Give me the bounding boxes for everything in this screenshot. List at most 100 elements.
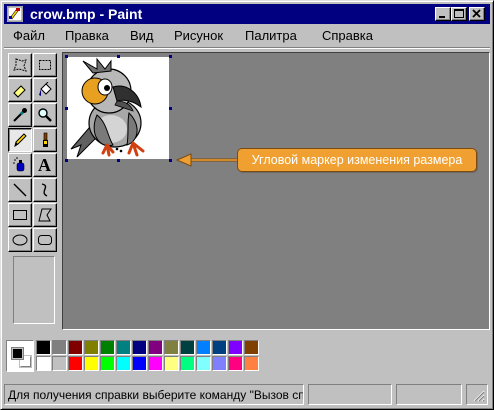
palette-swatch[interactable] — [196, 356, 211, 371]
resize-handle-top-right — [169, 55, 172, 58]
palette-swatch[interactable] — [164, 340, 179, 355]
palette-swatch[interactable] — [68, 340, 83, 355]
line-icon — [13, 183, 27, 197]
pencil-icon — [14, 133, 27, 148]
tool-airbrush[interactable] — [8, 153, 32, 177]
menu-edit[interactable]: Правка — [65, 29, 109, 43]
resize-handle-bottom-left — [65, 159, 68, 162]
toolbox: A — [7, 53, 59, 329]
close-button[interactable] — [469, 7, 485, 21]
drawing-area[interactable]: Угловой маркер изменения размера — [62, 52, 490, 330]
resize-handle-callout: Угловой маркер изменения размера — [237, 148, 477, 172]
resize-handle-bottom-right[interactable] — [169, 159, 172, 162]
rectangle-select-icon — [39, 60, 51, 70]
crow-drawing — [70, 57, 145, 158]
color-box — [4, 334, 490, 378]
tool-brush[interactable] — [33, 128, 57, 152]
palette-swatch[interactable] — [148, 340, 163, 355]
palette-swatch[interactable] — [164, 356, 179, 371]
palette-swatch[interactable] — [84, 340, 99, 355]
tool-options-box[interactable] — [13, 256, 55, 324]
minimize-icon — [439, 16, 445, 18]
status-bar: Для получения справки выберите команду "… — [4, 384, 490, 406]
palette-swatch[interactable] — [180, 356, 195, 371]
resize-handle-top — [117, 55, 120, 58]
palette-swatch[interactable] — [36, 356, 51, 371]
close-icon — [472, 9, 481, 18]
ellipse-icon — [12, 234, 28, 246]
menu-file[interactable]: Файл — [13, 29, 45, 43]
menu-help[interactable]: Справка — [322, 29, 373, 43]
palette-swatch[interactable] — [36, 340, 51, 355]
palette-swatch[interactable] — [228, 340, 243, 355]
paint-window: crow.bmp - Paint Файл Правка Вид Рисунок… — [0, 0, 494, 410]
tool-curve[interactable] — [33, 178, 57, 202]
palette-swatch[interactable] — [68, 356, 83, 371]
tool-rectangle[interactable] — [8, 203, 32, 227]
brush-icon — [43, 132, 48, 147]
palette-swatch[interactable] — [244, 340, 259, 355]
menu-colors[interactable]: Палитра — [245, 29, 297, 43]
tool-free-form-select[interactable] — [8, 53, 32, 77]
palette-swatch[interactable] — [52, 340, 67, 355]
palette-swatch[interactable] — [132, 356, 147, 371]
palette-swatch[interactable] — [148, 356, 163, 371]
maximize-icon — [454, 9, 464, 18]
resize-handle-bottom[interactable] — [117, 159, 120, 162]
magnifier-icon — [38, 108, 52, 122]
status-size-cell — [396, 384, 462, 405]
tool-pick-color[interactable] — [8, 103, 32, 127]
tool-pencil[interactable] — [8, 128, 32, 152]
maximize-button[interactable] — [451, 7, 467, 21]
palette-swatch[interactable] — [212, 340, 227, 355]
status-grip-cell — [466, 384, 488, 405]
palette-swatch[interactable] — [196, 340, 211, 355]
curve-icon — [41, 183, 48, 197]
status-coordinates-cell — [308, 384, 392, 405]
menu-view[interactable]: Вид — [130, 29, 154, 43]
tool-eraser[interactable] — [8, 78, 32, 102]
palette-swatch[interactable] — [84, 356, 99, 371]
tool-text[interactable]: A — [33, 153, 57, 177]
status-text: Для получения справки выберите команду "… — [8, 388, 304, 402]
tool-rectangle-select[interactable] — [33, 53, 57, 77]
color-picker-icon — [13, 108, 27, 122]
free-form-select-icon — [13, 58, 27, 72]
menu-image[interactable]: Рисунок — [174, 29, 223, 43]
palette-swatch[interactable] — [132, 340, 147, 355]
foreground-color — [12, 348, 23, 359]
resize-handle-right[interactable] — [169, 107, 172, 110]
fill-bucket-icon — [39, 82, 52, 96]
palette-swatch[interactable] — [52, 356, 67, 371]
title-bar[interactable]: crow.bmp - Paint — [4, 4, 490, 24]
menu-bar: Файл Правка Вид Рисунок Палитра Справка — [4, 26, 490, 46]
eraser-icon — [13, 85, 26, 98]
airbrush-icon — [13, 157, 25, 172]
text-icon: A — [38, 155, 51, 175]
resize-handle-left — [65, 107, 68, 110]
menu-separator — [4, 47, 490, 49]
minimize-button[interactable] — [435, 7, 451, 21]
rectangle-icon — [13, 210, 27, 220]
palette-swatch[interactable] — [116, 340, 131, 355]
rounded-rectangle-icon — [38, 235, 52, 245]
palette-swatch[interactable] — [100, 340, 115, 355]
palette-swatch[interactable] — [100, 356, 115, 371]
tool-polygon[interactable] — [33, 203, 57, 227]
tool-magnifier[interactable] — [33, 103, 57, 127]
palette-swatch[interactable] — [212, 356, 227, 371]
palette-swatch[interactable] — [244, 356, 259, 371]
status-help-cell: Для получения справки выберите команду "… — [4, 384, 304, 405]
tool-ellipse[interactable] — [8, 228, 32, 252]
tool-fill[interactable] — [33, 78, 57, 102]
resize-grip-icon[interactable] — [471, 388, 485, 402]
tool-line[interactable] — [8, 178, 32, 202]
current-colors[interactable] — [6, 340, 34, 372]
polygon-icon — [38, 208, 52, 222]
palette-swatch[interactable] — [228, 356, 243, 371]
palette-swatch[interactable] — [180, 340, 195, 355]
tool-rounded-rectangle[interactable] — [33, 228, 57, 252]
canvas[interactable] — [67, 57, 169, 159]
palette-swatch[interactable] — [116, 356, 131, 371]
callout-arrow — [175, 153, 239, 167]
